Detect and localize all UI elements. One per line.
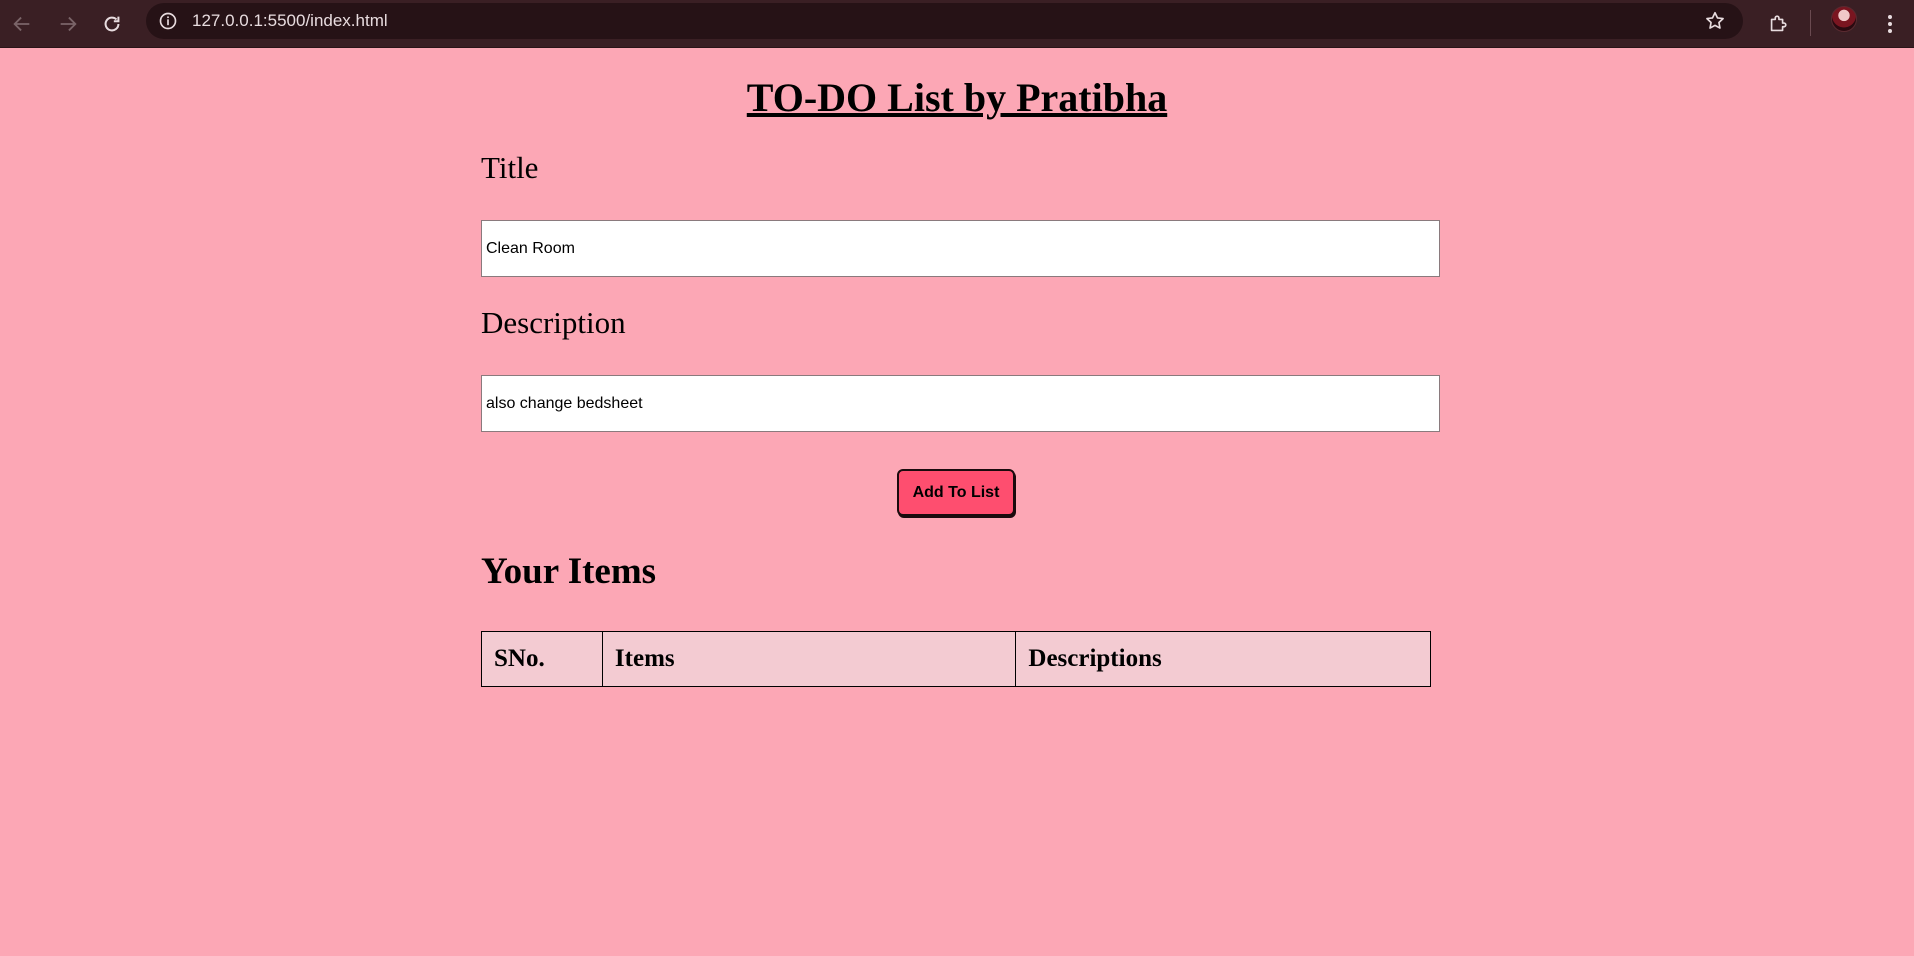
page-title: TO-DO List by Pratibha [746, 75, 1168, 120]
items-table: SNo. Items Descriptions [481, 631, 1431, 687]
kebab-menu-icon [1888, 15, 1892, 33]
puzzle-icon [1770, 15, 1787, 32]
arrow-right-icon [60, 16, 77, 32]
title-label: Title [481, 150, 539, 185]
page-body: TO-DO List by Pratibha Title Description… [0, 48, 1914, 956]
url-text[interactable]: 127.0.0.1:5500/index.html [192, 11, 388, 31]
table-header-row: SNo. Items Descriptions [481, 631, 1431, 687]
bookmark-button[interactable] [1703, 9, 1727, 33]
browser-menu-button[interactable] [1876, 6, 1904, 42]
extensions-button[interactable] [1762, 6, 1794, 42]
reload-button[interactable] [94, 6, 130, 42]
address-bar[interactable]: 127.0.0.1:5500/index.html [146, 3, 1743, 39]
column-header-descriptions: Descriptions [1015, 631, 1431, 687]
toolbar-divider [1810, 10, 1811, 36]
arrow-left-icon [13, 16, 30, 32]
column-header-items: Items [601, 631, 1017, 687]
back-button[interactable] [4, 6, 40, 42]
info-icon [159, 12, 177, 30]
title-input[interactable] [481, 220, 1440, 277]
star-icon [1706, 11, 1724, 29]
reload-icon [104, 16, 120, 32]
description-input[interactable] [481, 375, 1440, 432]
profile-avatar[interactable] [1831, 6, 1857, 32]
site-info-button[interactable] [156, 9, 180, 33]
forward-button[interactable] [50, 6, 86, 42]
description-label: Description [481, 305, 626, 340]
browser-toolbar: 127.0.0.1:5500/index.html [0, 0, 1914, 48]
column-header-sno: SNo. [481, 631, 603, 687]
add-to-list-button[interactable]: Add To List [897, 469, 1015, 516]
items-heading: Your Items [481, 551, 657, 592]
